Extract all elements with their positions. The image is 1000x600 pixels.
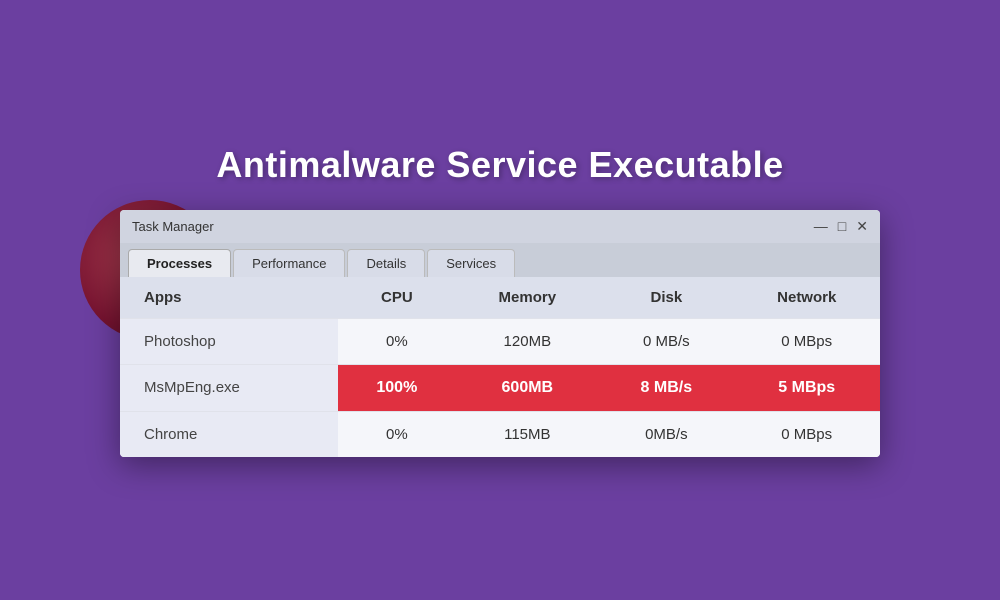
- process-name: MsMpEng.exe: [120, 364, 338, 411]
- process-disk: 0MB/s: [599, 411, 733, 457]
- col-header-cpu: CPU: [338, 277, 455, 319]
- table-row[interactable]: Photoshop0%120MB0 MB/s0 MBps: [120, 318, 880, 364]
- table-row[interactable]: Chrome0%115MB0MB/s0 MBps: [120, 411, 880, 457]
- process-memory: 115MB: [455, 411, 599, 457]
- process-memory: 120MB: [455, 318, 599, 364]
- tab-services[interactable]: Services: [427, 249, 515, 277]
- col-header-disk: Disk: [599, 277, 733, 319]
- process-disk: 8 MB/s: [599, 364, 733, 411]
- tab-performance[interactable]: Performance: [233, 249, 345, 277]
- process-cpu: 0%: [338, 411, 455, 457]
- maximize-button[interactable]: □: [838, 218, 846, 234]
- col-header-apps: Apps: [120, 277, 338, 319]
- page-title: Antimalware Service Executable: [216, 144, 783, 186]
- task-manager-window: Task Manager — □ ✕ Processes Performance…: [120, 210, 880, 457]
- tabs-row: Processes Performance Details Services: [120, 243, 880, 277]
- title-bar: Task Manager — □ ✕: [120, 210, 880, 243]
- table-header-row: Apps CPU Memory Disk Network: [120, 277, 880, 319]
- col-header-network: Network: [733, 277, 880, 319]
- close-button[interactable]: ✕: [856, 218, 868, 235]
- process-memory: 600MB: [455, 364, 599, 411]
- tab-processes[interactable]: Processes: [128, 249, 231, 277]
- process-name: Chrome: [120, 411, 338, 457]
- table-area: Apps CPU Memory Disk Network Photoshop0%…: [120, 277, 880, 457]
- process-cpu: 100%: [338, 364, 455, 411]
- process-disk: 0 MB/s: [599, 318, 733, 364]
- window-controls: — □ ✕: [814, 218, 868, 235]
- table-row[interactable]: MsMpEng.exe100%600MB8 MB/s5 MBps: [120, 364, 880, 411]
- process-name: Photoshop: [120, 318, 338, 364]
- process-cpu: 0%: [338, 318, 455, 364]
- minimize-button[interactable]: —: [814, 218, 828, 234]
- process-network: 0 MBps: [733, 318, 880, 364]
- process-network: 0 MBps: [733, 411, 880, 457]
- window-title-label: Task Manager: [132, 219, 214, 234]
- col-header-memory: Memory: [455, 277, 599, 319]
- process-table: Apps CPU Memory Disk Network Photoshop0%…: [120, 277, 880, 457]
- tab-details[interactable]: Details: [347, 249, 425, 277]
- process-network: 5 MBps: [733, 364, 880, 411]
